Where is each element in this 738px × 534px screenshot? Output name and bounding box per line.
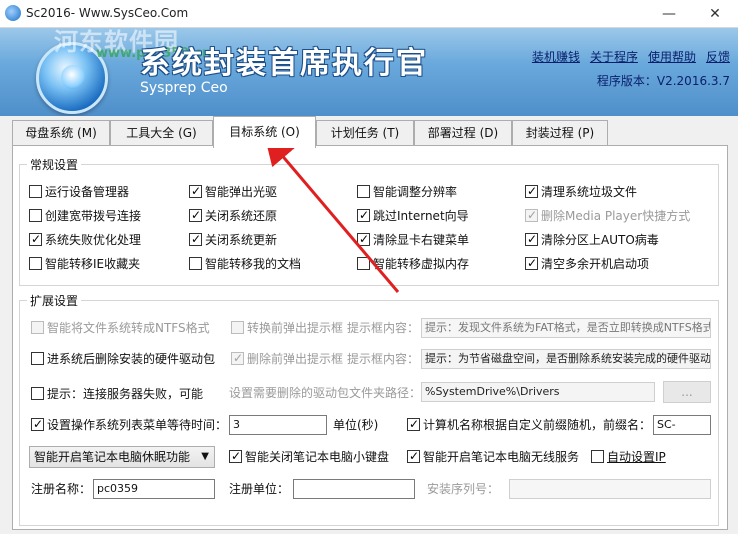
wireless-service-checkbox[interactable]: 智能开启笔记本电脑无线服务 — [407, 448, 579, 465]
checkbox-box — [357, 185, 370, 198]
auto-adjust-resolution-checkbox[interactable]: 智能调整分辨率 — [357, 184, 457, 200]
reg-unit-label: 注册单位： — [229, 482, 290, 496]
serial-field[interactable] — [509, 479, 711, 499]
move-virtual-memory-checkbox[interactable]: 智能转移虚拟内存 — [357, 256, 469, 272]
checkbox-box — [231, 350, 244, 366]
link-about[interactable]: 关于程序 — [590, 50, 638, 64]
close-button[interactable]: ✕ — [692, 0, 738, 28]
computer-name-prefix-checkbox[interactable]: 计算机名称根据自定义前缀随机，前缀名： — [407, 416, 651, 433]
checkbox-box — [29, 209, 42, 222]
window-titlebar: Sc2016- Www.SysCeo.Com — ✕ — [0, 0, 738, 28]
reg-name-label: 注册名称： — [31, 482, 92, 496]
clear-autorun-virus-checkbox[interactable]: 清除分区上AUTO病毒 — [525, 231, 659, 248]
checkbox-box — [357, 257, 370, 270]
prompt-content-label: 提示框内容： — [347, 321, 420, 335]
delete-prompt-field[interactable]: 提示：为节省磁盘空间，是否删除系统安装完成的硬件驱动包？ — [421, 349, 711, 369]
link-feedback[interactable]: 反馈 — [706, 50, 730, 64]
header-links: 装机赚钱 关于程序 使用帮助 反馈 — [522, 48, 730, 65]
prompt-before-convert-checkbox[interactable]: 转换前弹出提示框 — [231, 320, 343, 336]
product-subtitle: Sysprep Ceo — [140, 80, 228, 96]
auto-ip-checkbox[interactable]: 自动设置IP — [591, 449, 666, 465]
tab-master-disk[interactable]: 母盘系统 (M) — [12, 120, 110, 146]
checkbox-box — [31, 321, 44, 334]
server-connection-checkbox[interactable]: 提示：连接服务器失败，可能 — [31, 386, 203, 402]
checkbox-box — [189, 183, 202, 199]
clear-startup-items-checkbox[interactable]: 清空多余开机启动项 — [525, 255, 649, 272]
browse-button[interactable]: ... — [663, 381, 711, 403]
checkbox-box — [189, 257, 202, 270]
link-earn[interactable]: 装机赚钱 — [532, 50, 580, 64]
prompt-before-delete-checkbox[interactable]: 删除前弹出提示框 — [231, 350, 343, 367]
checkbox-box — [407, 416, 420, 432]
checkbox-box — [29, 257, 42, 270]
checkbox-box — [231, 321, 244, 334]
checkbox-box — [525, 183, 538, 199]
serial-label: 安装序列号： — [427, 482, 500, 496]
clear-gpu-context-menu-checkbox[interactable]: 清除显卡右键菜单 — [357, 231, 469, 248]
checkbox-box — [525, 231, 538, 247]
tab-tools[interactable]: 工具大全 (G) — [110, 120, 213, 146]
delete-media-player-shortcut-checkbox[interactable]: 删除Media Player快捷方式 — [525, 207, 690, 224]
driver-path-label: 设置需要删除的驱动包文件夹路径： — [229, 386, 422, 400]
wait-time-field[interactable]: 3 — [229, 415, 327, 435]
checkbox-box — [189, 207, 202, 223]
checkbox-box — [357, 207, 370, 223]
disable-system-update-checkbox[interactable]: 关闭系统更新 — [189, 231, 277, 248]
app-icon — [5, 5, 21, 21]
link-help[interactable]: 使用帮助 — [648, 50, 696, 64]
tab-deploy[interactable]: 部署过程 (D) — [414, 120, 512, 146]
sleep-mode-select[interactable]: 智能开启笔记本电脑休眠功能 ▼ — [29, 446, 215, 468]
delete-driver-package-checkbox[interactable]: 进系统后删除安装的硬件驱动包 — [31, 351, 215, 367]
extended-settings-title: 扩展设置 — [27, 292, 82, 309]
reg-unit-field[interactable] — [293, 479, 415, 499]
move-my-documents-checkbox[interactable]: 智能转移我的文档 — [189, 256, 301, 272]
version-label: 程序版本：V2.2016.3.7 — [596, 74, 730, 88]
disable-numpad-checkbox[interactable]: 智能关闭笔记本电脑小键盘 — [229, 448, 389, 465]
tab-panel-target-system: 常规设置 运行设备管理器 智能弹出光驱 智能调整分辨率 清理系统垃圾文件创建宽带拨号连… — [12, 145, 728, 530]
window-title: Sc2016- Www.SysCeo.Com — [26, 6, 189, 20]
chevron-down-icon: ▼ — [201, 451, 209, 462]
driver-path-field[interactable]: %SystemDrive%\Drivers — [421, 382, 655, 402]
run-device-manager-checkbox[interactable]: 运行设备管理器 — [29, 184, 129, 200]
checkbox-box — [229, 448, 242, 464]
checkbox-box — [591, 450, 604, 463]
convert-prompt-field[interactable]: 提示：发现文件系统为FAT格式，是否立即转换成NTFS格式？ — [421, 318, 711, 338]
auto-eject-cdrom-checkbox[interactable]: 智能弹出光驱 — [189, 183, 277, 200]
header-banner: 河东软件园 www.pc0359.cn 系统封装首席执行官 Sysprep Ce… — [0, 28, 738, 116]
checkbox-box — [407, 448, 420, 464]
checkbox-box — [29, 185, 42, 198]
skip-internet-wizard-checkbox[interactable]: 跳过Internet向导 — [357, 207, 469, 224]
checkbox-box — [525, 255, 538, 271]
product-title: 系统封装首席执行官 — [140, 46, 428, 81]
ntfs-convert-checkbox[interactable]: 智能将文件系统转成NTFS格式 — [31, 320, 210, 336]
wait-time-checkbox[interactable]: 设置操作系统列表菜单等待时间： — [31, 416, 227, 433]
general-settings-title: 常规设置 — [27, 156, 82, 173]
reg-name-field[interactable]: pc0359 — [93, 479, 215, 499]
prompt-content-label-2: 提示框内容： — [347, 352, 420, 366]
checkbox-box — [189, 231, 202, 247]
create-broadband-dialup-checkbox[interactable]: 创建宽带拨号连接 — [29, 208, 141, 224]
system-failure-optimize-checkbox[interactable]: 系统失败优化处理 — [29, 231, 141, 248]
tab-scheduled-tasks[interactable]: 计划任务 (T) — [316, 120, 414, 146]
move-ie-favorites-checkbox[interactable]: 智能转移IE收藏夹 — [29, 256, 140, 272]
clean-system-junk-checkbox[interactable]: 清理系统垃圾文件 — [525, 183, 637, 200]
checkbox-box — [31, 387, 44, 400]
checkbox-box — [31, 352, 44, 365]
disable-system-restore-checkbox[interactable]: 关闭系统还原 — [189, 207, 277, 224]
checkbox-box — [31, 416, 44, 432]
checkbox-box — [357, 231, 370, 247]
tab-target-system[interactable]: 目标系统 (O) — [213, 116, 316, 148]
checkbox-box — [525, 207, 538, 223]
tab-package[interactable]: 封装过程 (P) — [512, 120, 608, 146]
checkbox-box — [29, 231, 42, 247]
computer-name-prefix-field[interactable]: SC- — [653, 415, 711, 435]
unit-seconds-label: 单位(秒) — [333, 418, 379, 432]
